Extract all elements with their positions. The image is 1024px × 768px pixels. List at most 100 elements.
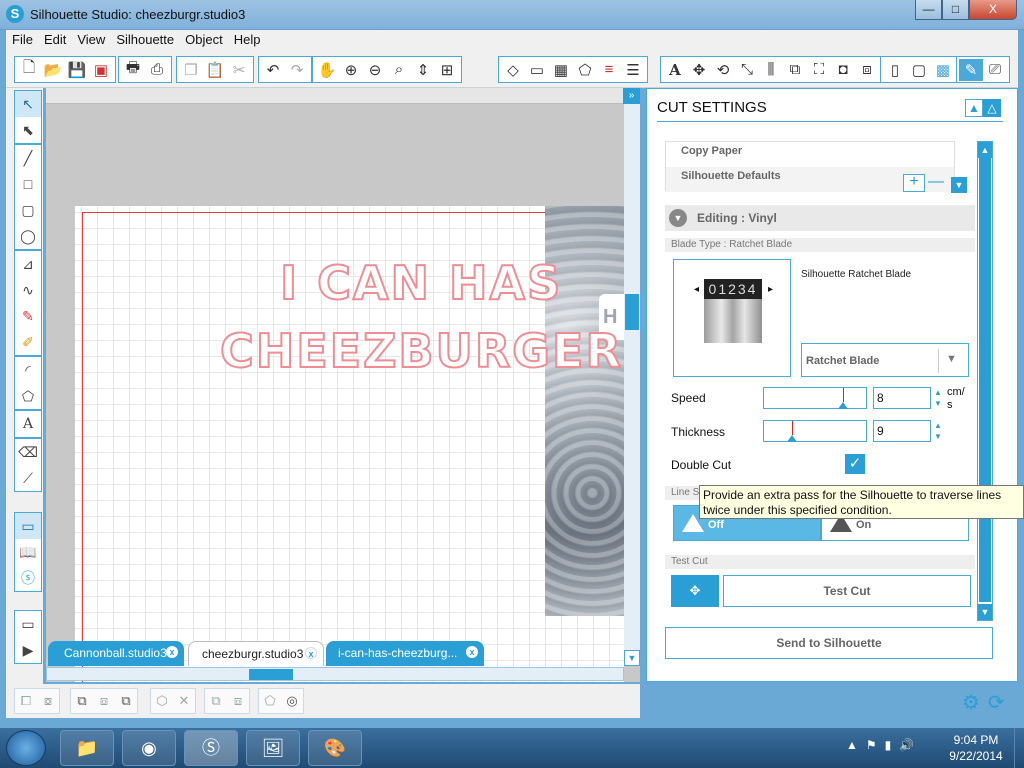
undo-icon[interactable]: ↶ [261, 59, 285, 81]
design-text-line-1[interactable]: I CAN HAS [279, 255, 562, 311]
delete-icon[interactable]: ✕ [173, 690, 195, 712]
refresh-icon[interactable]: ⟳ [988, 690, 1005, 715]
speed-slider-knob[interactable] [838, 402, 848, 409]
collapse-circle-icon[interactable]: ▼ [669, 209, 687, 227]
menu-view[interactable]: View [71, 30, 110, 47]
fill-pattern-icon[interactable]: ▦ [549, 59, 573, 81]
tab-cheezburgr[interactable]: cheezburgr.studio3 x [188, 641, 324, 666]
library-view-icon[interactable]: 📖 [15, 539, 41, 565]
paste-icon[interactable]: 📋 [203, 59, 227, 81]
duplicate-icon[interactable]: ⧉ [205, 690, 227, 712]
editing-header[interactable]: ▼ Editing : Vinyl [665, 205, 975, 231]
maximize-button[interactable]: □ [942, 0, 969, 20]
redo-icon[interactable]: ↷ [285, 59, 309, 81]
canvas-area[interactable]: H I CAN HAS CHEEZBURGER? ▲ ▼ [46, 88, 640, 682]
menu-object[interactable]: Object [179, 30, 228, 47]
line-color-icon[interactable]: ⬠ [573, 59, 597, 81]
curve-icon[interactable]: ∿ [15, 277, 41, 303]
panel-scroll-down-icon[interactable]: ▼ [978, 604, 992, 620]
scroll-down-button[interactable]: ▼ [624, 650, 640, 666]
copy-icon[interactable]: ❐ [179, 59, 203, 81]
save-icon[interactable]: 💾 [65, 59, 89, 81]
open-icon[interactable]: 📂 [41, 59, 65, 81]
ungroup-icon[interactable]: ⧇ [37, 690, 59, 712]
rectangle-icon[interactable]: □ [15, 171, 41, 197]
preview-icon[interactable]: ▭ [15, 611, 41, 637]
smooth-freehand-icon[interactable]: ✐ [15, 329, 41, 355]
gear-icon[interactable]: ⚙ [962, 690, 980, 715]
cut-settings-icon[interactable]: ✎ [959, 58, 983, 81]
tab-close-icon[interactable]: x [166, 646, 178, 658]
mirror-icon[interactable]: ⧈ [227, 690, 249, 712]
material-scroll-down-icon[interactable]: ▼ [951, 177, 967, 193]
grid-icon[interactable]: ▩ [931, 59, 955, 81]
fit-page-icon[interactable]: ⊞ [435, 59, 459, 81]
group-icon[interactable]: ⧠ [15, 690, 37, 712]
replicate-icon[interactable]: ⧉ [783, 59, 807, 81]
text-style-icon[interactable]: A [663, 59, 687, 81]
select-icon[interactable]: ↖ [15, 91, 41, 117]
speed-slider[interactable] [763, 387, 867, 409]
print-cut-icon[interactable]: ⎙ [145, 59, 169, 81]
tab-i-can-has[interactable]: i-can-has-cheezburg... x [326, 641, 484, 666]
zoom-out-icon[interactable]: ⊖ [363, 59, 387, 81]
thickness-input[interactable]: 9 [873, 420, 931, 442]
save-library-icon[interactable]: ▣ [89, 59, 113, 81]
design-page-icon[interactable]: ▭ [15, 513, 41, 539]
close-button[interactable]: X [969, 0, 1017, 20]
weld-icon[interactable]: ⬡ [151, 690, 173, 712]
knife-icon[interactable]: ⟋ [15, 465, 41, 491]
collapse-panel-icon[interactable]: » [623, 88, 640, 104]
show-desktop-button[interactable] [1014, 728, 1024, 768]
menu-file[interactable]: File [6, 30, 38, 47]
horizontal-scrollbar[interactable] [46, 667, 624, 681]
tab-cannonball[interactable]: Cannonball.studio3 x [48, 641, 184, 666]
align-lines-icon[interactable]: ☰ [621, 59, 645, 81]
eraser-icon[interactable]: ⌫ [15, 439, 41, 465]
silhouette-studio-icon[interactable]: Ⓢ [184, 730, 238, 766]
panel-expand-icon[interactable]: ▲ [965, 99, 983, 117]
thickness-slider-knob[interactable] [787, 435, 797, 442]
blade-select[interactable]: Ratchet Blade ▼ [801, 343, 969, 377]
trace-icon[interactable]: ⛶ [807, 59, 831, 81]
text-icon[interactable]: A [15, 411, 41, 437]
clock-date[interactable]: 9/22/2014 [946, 749, 1006, 763]
release-compound-icon[interactable]: ⧈ [93, 690, 115, 712]
bring-front-icon[interactable]: ⧉ [115, 690, 137, 712]
pan-hand-icon[interactable]: ✋ [315, 59, 339, 81]
design-text-line-2[interactable]: CHEEZBURGER? [219, 323, 640, 379]
tab-close-icon[interactable]: x [305, 647, 317, 659]
ellipse-icon[interactable]: ◯ [15, 223, 41, 249]
offset-icon[interactable]: ◘ [831, 59, 855, 81]
menu-edit[interactable]: Edit [38, 30, 71, 47]
speed-input[interactable]: 8 [873, 387, 931, 409]
design-store-icon[interactable]: ▯ [883, 59, 907, 81]
thickness-stepper[interactable]: ▲ ▼ [933, 420, 943, 442]
line-style-icon[interactable]: ≡ [597, 59, 621, 81]
send-icon[interactable]: ⎚ [983, 59, 1007, 81]
transform-icon[interactable]: ✥ [687, 59, 711, 81]
compound-path-icon[interactable]: ⧉ [71, 690, 93, 712]
send-to-silhouette-button[interactable]: Send to Silhouette [665, 627, 993, 659]
chevron-down-icon[interactable]: ▼ [946, 353, 957, 365]
hscroll-thumb[interactable] [249, 669, 293, 680]
double-cut-checkbox[interactable]: ✓ [845, 454, 865, 474]
rounded-rect-icon[interactable]: ▢ [15, 197, 41, 223]
vertical-scrollbar[interactable]: ▲ ▼ [624, 88, 640, 666]
fill-icon[interactable]: ◇ [501, 59, 525, 81]
print-icon[interactable]: 🖶 [121, 59, 145, 81]
freehand-icon[interactable]: ✎ [15, 303, 41, 329]
file-explorer-icon[interactable]: 📁 [60, 730, 114, 766]
tray-icons[interactable]: ▲⚑▮🔊 [846, 738, 922, 752]
panel-scrollbar[interactable]: ▲ ▼ [977, 141, 993, 621]
library-icon[interactable]: ▢ [907, 59, 931, 81]
menu-help[interactable]: Help [228, 30, 266, 47]
thickness-slider[interactable] [763, 420, 867, 442]
panel-scroll-thumb[interactable] [979, 158, 991, 602]
edit-points-icon[interactable]: ⬉ [15, 117, 41, 143]
add-shape-icon[interactable]: ⬠ [259, 690, 281, 712]
panel-collapse-icon[interactable]: △ [983, 99, 1001, 117]
page-setup-icon[interactable]: ▭ [525, 59, 549, 81]
new-document-icon[interactable]: 🗋 [17, 59, 41, 81]
polygon-icon[interactable]: ⊿ [15, 251, 41, 277]
